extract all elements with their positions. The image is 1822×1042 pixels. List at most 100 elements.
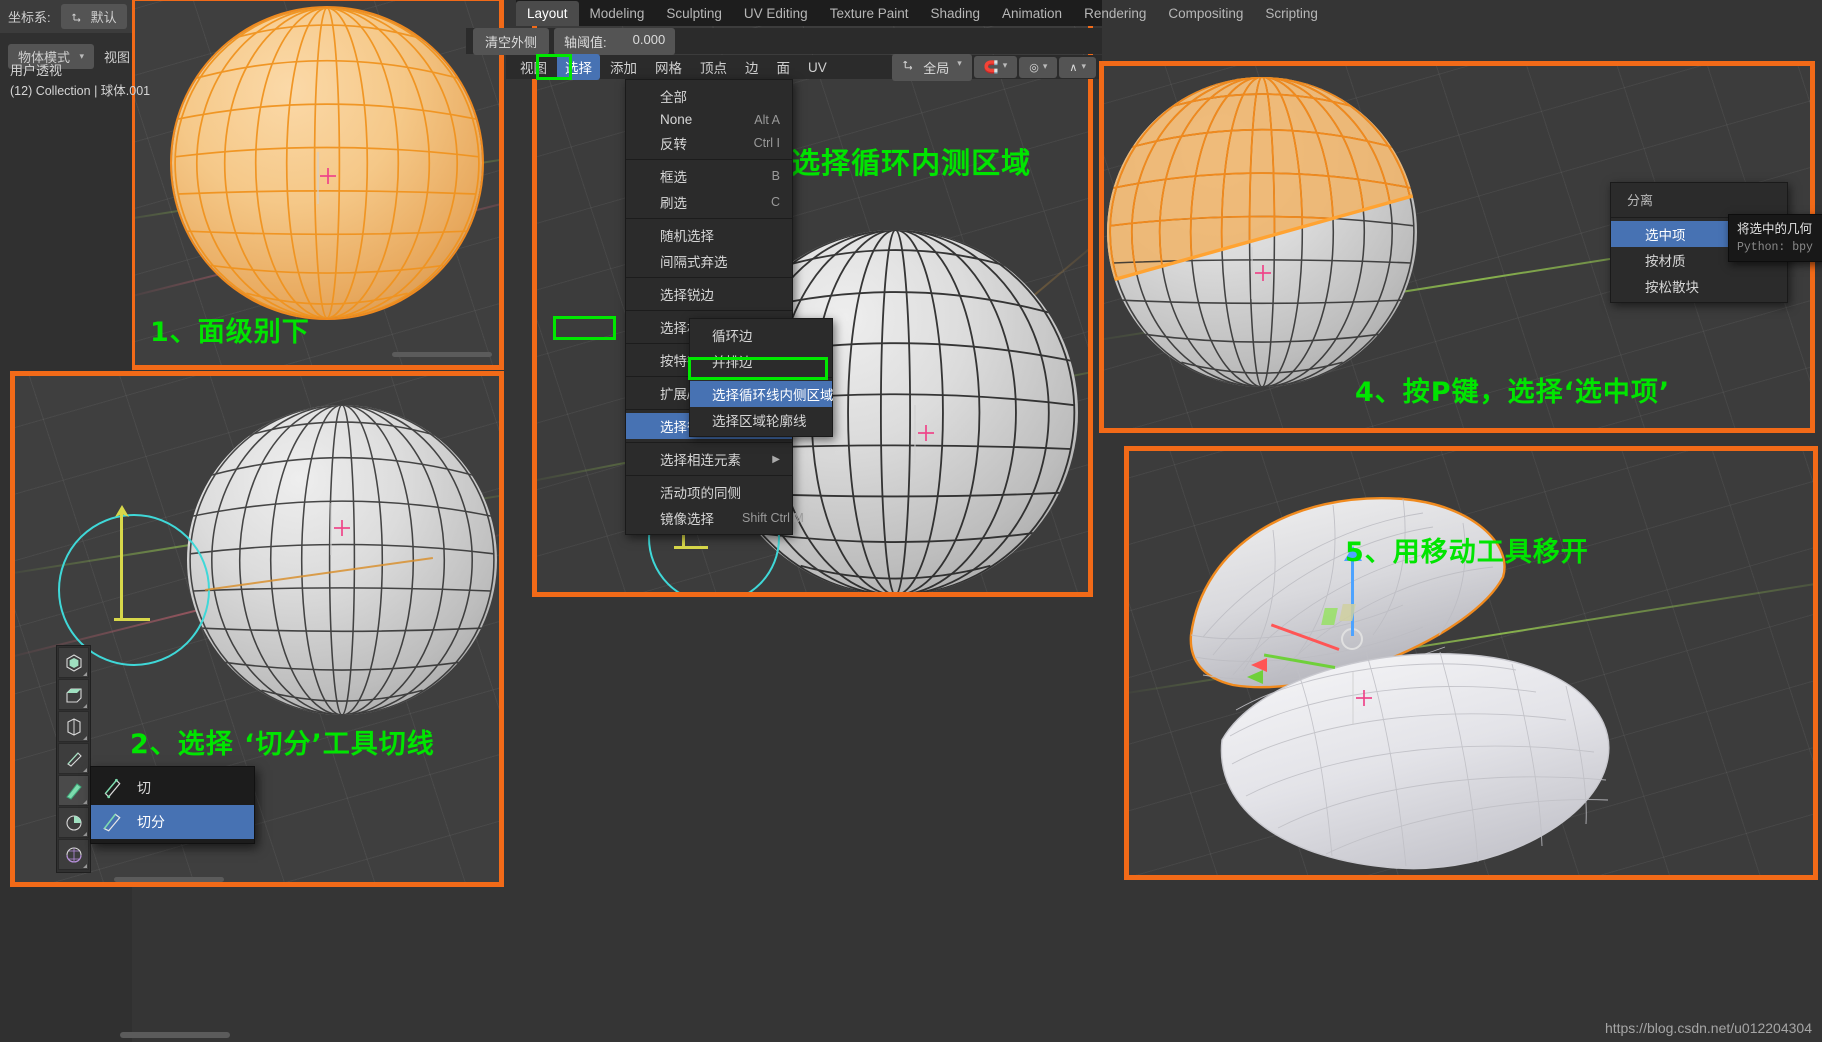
operator-panel-header[interactable]: 清空外侧 轴阈值: 0.000 <box>466 27 1102 55</box>
viewport-scrollbar-2[interactable] <box>114 877 224 882</box>
knife-tool-cursor-circle <box>58 514 210 666</box>
menu-item-select-sharp-edges[interactable]: 选择锐边 <box>626 281 792 307</box>
tab-layout[interactable]: Layout <box>516 0 579 26</box>
transform-orientation-row[interactable]: 坐标系: 默认 <box>0 0 132 33</box>
sphere-object-orange[interactable] <box>172 8 482 318</box>
chevron-down-icon: ▾ <box>79 51 84 61</box>
tab-sculpting[interactable]: Sculpting <box>655 1 733 26</box>
menu-add[interactable]: 添加 <box>602 54 645 80</box>
annotation-label-5: 5、用移动工具移开 <box>1345 537 1589 568</box>
orientation-text: 默认 <box>90 10 117 25</box>
menu-item-circle-select[interactable]: 刷选 C <box>626 189 792 215</box>
submenu-item-select-loop-inner-region[interactable]: 选择循环线内侧区域 <box>690 381 834 407</box>
gizmo-y-arrow[interactable] <box>1247 670 1264 685</box>
empty-axis-2 <box>330 503 332 555</box>
3d-cursor-2 <box>334 520 350 536</box>
tab-uv-editing[interactable]: UV Editing <box>733 1 819 26</box>
menu-item-checker-deselect[interactable]: 间隔式弃选 <box>626 248 792 274</box>
viewport-panel-5[interactable] <box>1128 450 1818 880</box>
viewport-scrollbar-1[interactable] <box>392 352 492 357</box>
toolbar-tool-column[interactable] <box>56 645 91 873</box>
smooth-icon <box>65 846 82 863</box>
submenu-item-select-boundary-loop[interactable]: 选择区域轮廓线 <box>690 407 832 433</box>
menu-item-side-of-active[interactable]: 活动项的同侧 <box>626 479 792 505</box>
menu-item-box-select[interactable]: 框选 B <box>626 163 792 189</box>
chevron-down-icon: ▾ <box>1081 60 1086 71</box>
3d-cursor <box>320 168 336 184</box>
select-dropdown-menu[interactable]: 全部 None Alt A 反转 Ctrl I 框选 B 刷选 C 随机选择 间隔式弃选… <box>625 79 804 535</box>
separate-item-by-loose-parts[interactable]: 按松散块 <box>1611 273 1787 299</box>
menu-vertex[interactable]: 顶点 <box>692 54 735 80</box>
transform-orientation-label: 坐标系: <box>8 10 51 25</box>
axis-threshold-field[interactable]: 轴阈值: 0.000 <box>554 27 676 55</box>
snap-toggle[interactable]: 🧲 ▾ <box>973 56 1018 78</box>
menu-label: 按松散块 <box>1645 280 1699 295</box>
bevel-icon <box>65 687 82 703</box>
orientation-icon <box>903 60 913 70</box>
sphere-object-grey-2[interactable] <box>187 405 497 715</box>
tab-rendering[interactable]: Rendering <box>1073 1 1157 26</box>
tool-smooth[interactable] <box>58 839 89 870</box>
menu-item-select-linked[interactable]: 选择相连元素 ▶ <box>626 446 792 472</box>
menu-view-left[interactable]: 视图 <box>104 47 130 66</box>
tool-loop-cut[interactable] <box>58 711 89 742</box>
gizmo-z-axis[interactable] <box>1351 558 1354 636</box>
tool-expand-corner <box>83 800 87 804</box>
transform-orientation-select[interactable]: 全局 ▾ <box>892 53 972 81</box>
viewport-panel-3[interactable] <box>536 5 1093 597</box>
tab-texture-paint[interactable]: Texture Paint <box>819 1 920 26</box>
menu-uv[interactable]: UV <box>800 57 835 78</box>
menu-view[interactable]: 视图 <box>512 54 555 80</box>
menu-separator <box>626 159 792 160</box>
tool-inset-faces[interactable] <box>58 647 89 678</box>
tab-animation[interactable]: Animation <box>991 1 1073 26</box>
viewport-menubar[interactable]: 视图 选择 添加 网格 顶点 边 面 UV 全局 ▾ 🧲 ▾ ◎ ▾ ∧ ▾ <box>506 53 1102 81</box>
axis-threshold-label: 轴阈值: <box>564 34 607 50</box>
3d-cursor-5 <box>1356 690 1372 706</box>
tab-compositing[interactable]: Compositing <box>1157 1 1254 26</box>
tool-spin[interactable] <box>58 807 89 838</box>
menu-face[interactable]: 面 <box>769 54 799 80</box>
menu-edge[interactable]: 边 <box>737 54 767 80</box>
knife-popup-item-bisect[interactable]: 切分 <box>91 805 254 839</box>
tool-bevel[interactable] <box>58 679 89 710</box>
tab-modeling[interactable]: Modeling <box>579 1 656 26</box>
menu-separator <box>626 475 792 476</box>
menu-item-none[interactable]: None Alt A <box>626 109 792 130</box>
menu-item-select-mirror[interactable]: 镜像选择 Shift Ctrl M <box>626 505 804 531</box>
menu-label: 选择相连元素 <box>660 453 741 468</box>
empty-axis <box>317 152 319 204</box>
separate-tooltip: 将选中的几何 Python: bpy <box>1728 214 1822 262</box>
tool-knife-bisect-active[interactable] <box>58 775 89 806</box>
submenu-item-edge-loops[interactable]: 循环边 <box>690 322 832 348</box>
submenu-item-edge-rings[interactable]: 并排边 <box>690 348 832 374</box>
tool-knife[interactable] <box>58 743 89 774</box>
submenu-label: 并排边 <box>712 355 753 370</box>
sphere-object-split-4[interactable] <box>1107 77 1417 387</box>
magnet-icon: 🧲 <box>983 60 999 74</box>
sphere-wireframe-4 <box>1107 77 1417 387</box>
tab-shading[interactable]: Shading <box>919 1 991 26</box>
falloff-select[interactable]: ∧ ▾ <box>1059 56 1096 78</box>
knife-cut-crossbar-3 <box>674 546 708 549</box>
menu-select[interactable]: 选择 <box>557 54 600 80</box>
proportional-edit-toggle[interactable]: ◎ ▾ <box>1019 56 1058 78</box>
clear-outer-button[interactable]: 清空外侧 <box>473 27 550 55</box>
circle-dot-icon: ◎ <box>1029 61 1039 74</box>
menu-item-all[interactable]: 全部 <box>626 83 792 109</box>
sphere-bowl-lower[interactable] <box>1216 640 1636 880</box>
tab-scripting[interactable]: Scripting <box>1254 1 1329 26</box>
select-loops-submenu[interactable]: 循环边 并排边 选择循环线内侧区域 选择区域轮廓线 <box>689 318 834 437</box>
bottom-scrollbar[interactable] <box>120 1032 230 1038</box>
knife-cut-icon <box>104 778 121 799</box>
menu-item-select-random[interactable]: 随机选择 <box>626 222 792 248</box>
menu-item-invert[interactable]: 反转 Ctrl I <box>626 130 792 156</box>
knife-tool-popup-menu[interactable]: 切 切分 <box>90 766 255 844</box>
knife-bisect-icon <box>65 782 82 800</box>
menu-mesh[interactable]: 网格 <box>647 54 690 80</box>
tool-expand-corner <box>83 864 87 868</box>
workspace-tabbar[interactable]: Layout Modeling Sculpting UV Editing Tex… <box>516 0 1318 26</box>
chevron-right-icon: ▶ <box>772 453 780 465</box>
knife-popup-item-cut[interactable]: 切 <box>91 771 254 805</box>
transform-orientation-value[interactable]: 默认 <box>60 4 127 29</box>
